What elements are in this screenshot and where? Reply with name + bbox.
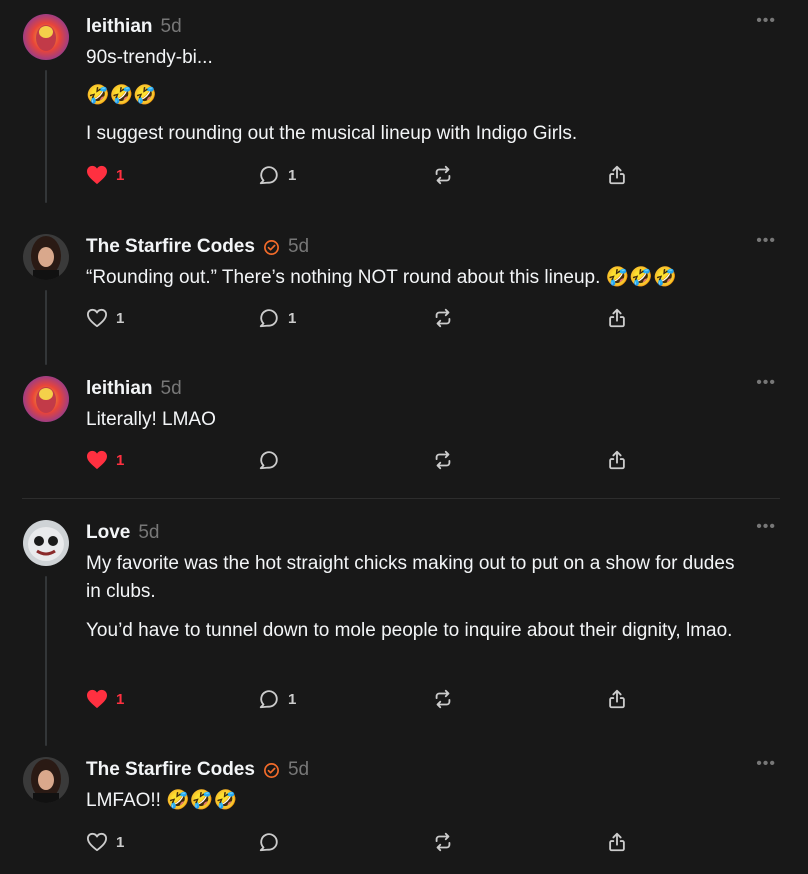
action-bar: 1 1 [86, 305, 646, 331]
like-count: 1 [116, 451, 125, 469]
share-button[interactable] [606, 162, 628, 188]
reply-count: 1 [288, 166, 297, 184]
comment-icon [259, 309, 278, 328]
post-text: My favorite was the hot straight chicks … [86, 550, 746, 645]
action-bar: 1 1 [86, 162, 646, 188]
post-line: 🤣🤣🤣 [86, 85, 157, 106]
heart-icon [87, 832, 107, 852]
post-header: The Starfire Codes 5d [86, 757, 309, 783]
more-options-icon[interactable]: ••• [756, 375, 776, 391]
comment-icon [259, 166, 278, 185]
more-options-icon[interactable]: ••• [756, 756, 776, 772]
like-count: 1 [116, 166, 125, 184]
comment-icon [259, 690, 278, 709]
thread-divider [22, 498, 780, 499]
action-bar: 1 [86, 447, 646, 473]
share-button[interactable] [606, 686, 628, 712]
verified-badge-icon [263, 762, 279, 778]
share-button[interactable] [606, 829, 628, 855]
reply-button[interactable]: 1 [258, 686, 296, 712]
avatar[interactable] [23, 14, 69, 60]
comment-icon [259, 833, 278, 852]
timestamp[interactable]: 5d [288, 759, 309, 781]
repost-button[interactable] [432, 305, 454, 331]
timestamp[interactable]: 5d [288, 236, 309, 258]
post-line: I suggest rounding out the musical lineu… [86, 123, 578, 144]
reply-count: 1 [288, 690, 297, 708]
like-count: 1 [116, 690, 125, 708]
post-text: “Rounding out.” There’s nothing NOT roun… [86, 264, 766, 292]
reply-button[interactable] [258, 447, 280, 473]
timestamp[interactable]: 5d [161, 16, 182, 38]
heart-filled-icon [87, 165, 107, 185]
share-icon [609, 308, 625, 328]
thread-line [45, 576, 47, 746]
thread-line [45, 290, 47, 365]
reply-button[interactable]: 1 [258, 162, 296, 188]
post-text: Literally! LMAO [86, 406, 766, 434]
post-text: LMFAO!! 🤣🤣🤣 [86, 787, 766, 815]
heart-filled-icon [87, 689, 107, 709]
post-header: The Starfire Codes 5d [86, 234, 309, 260]
like-button[interactable]: 1 [86, 162, 124, 188]
share-button[interactable] [606, 447, 628, 473]
thread-line [45, 70, 47, 203]
post-line: “Rounding out.” There’s nothing NOT roun… [86, 267, 677, 288]
repost-button[interactable] [432, 829, 454, 855]
share-button[interactable] [606, 305, 628, 331]
reply-button[interactable]: 1 [258, 305, 296, 331]
username[interactable]: leithian [86, 16, 153, 38]
post-header: leithian 5d [86, 14, 182, 40]
more-options-icon[interactable]: ••• [756, 233, 776, 249]
post-text: 90s-trendy-bi... 🤣🤣🤣 I suggest rounding … [86, 44, 766, 148]
username[interactable]: The Starfire Codes [86, 759, 255, 781]
share-icon [609, 165, 625, 185]
post-header: leithian 5d [86, 376, 182, 402]
action-bar: 1 1 [86, 686, 646, 712]
repost-button[interactable] [432, 686, 454, 712]
like-button[interactable]: 1 [86, 829, 124, 855]
heart-icon [87, 308, 107, 328]
reply-count: 1 [288, 309, 297, 327]
post-header: Love 5d [86, 520, 160, 546]
repost-icon [435, 165, 451, 185]
action-bar: 1 [86, 829, 646, 855]
username[interactable]: The Starfire Codes [86, 236, 255, 258]
post-line: LMFAO!! 🤣🤣🤣 [86, 790, 238, 811]
post-line: You’d have to tunnel down to mole people… [86, 620, 733, 641]
verified-badge-icon [263, 239, 279, 255]
repost-icon [435, 689, 451, 709]
reply-button[interactable] [258, 829, 280, 855]
avatar[interactable] [23, 376, 69, 422]
like-button[interactable]: 1 [86, 686, 124, 712]
share-icon [609, 832, 625, 852]
repost-icon [435, 450, 451, 470]
repost-icon [435, 308, 451, 328]
post-line: My favorite was the hot straight chicks … [86, 553, 735, 602]
repost-icon [435, 832, 451, 852]
avatar[interactable] [23, 757, 69, 803]
timestamp[interactable]: 5d [138, 522, 159, 544]
timestamp[interactable]: 5d [161, 378, 182, 400]
like-button[interactable]: 1 [86, 447, 124, 473]
post-line: 90s-trendy-bi... [86, 47, 213, 68]
like-count: 1 [116, 309, 125, 327]
repost-button[interactable] [432, 447, 454, 473]
share-icon [609, 689, 625, 709]
share-icon [609, 450, 625, 470]
like-count: 1 [116, 833, 125, 851]
repost-button[interactable] [432, 162, 454, 188]
username[interactable]: Love [86, 522, 130, 544]
comment-icon [259, 451, 278, 470]
avatar[interactable] [23, 520, 69, 566]
more-options-icon[interactable]: ••• [756, 519, 776, 535]
more-options-icon[interactable]: ••• [756, 13, 776, 29]
like-button[interactable]: 1 [86, 305, 124, 331]
avatar[interactable] [23, 234, 69, 280]
heart-filled-icon [87, 450, 107, 470]
post-line: Literally! LMAO [86, 409, 216, 430]
username[interactable]: leithian [86, 378, 153, 400]
